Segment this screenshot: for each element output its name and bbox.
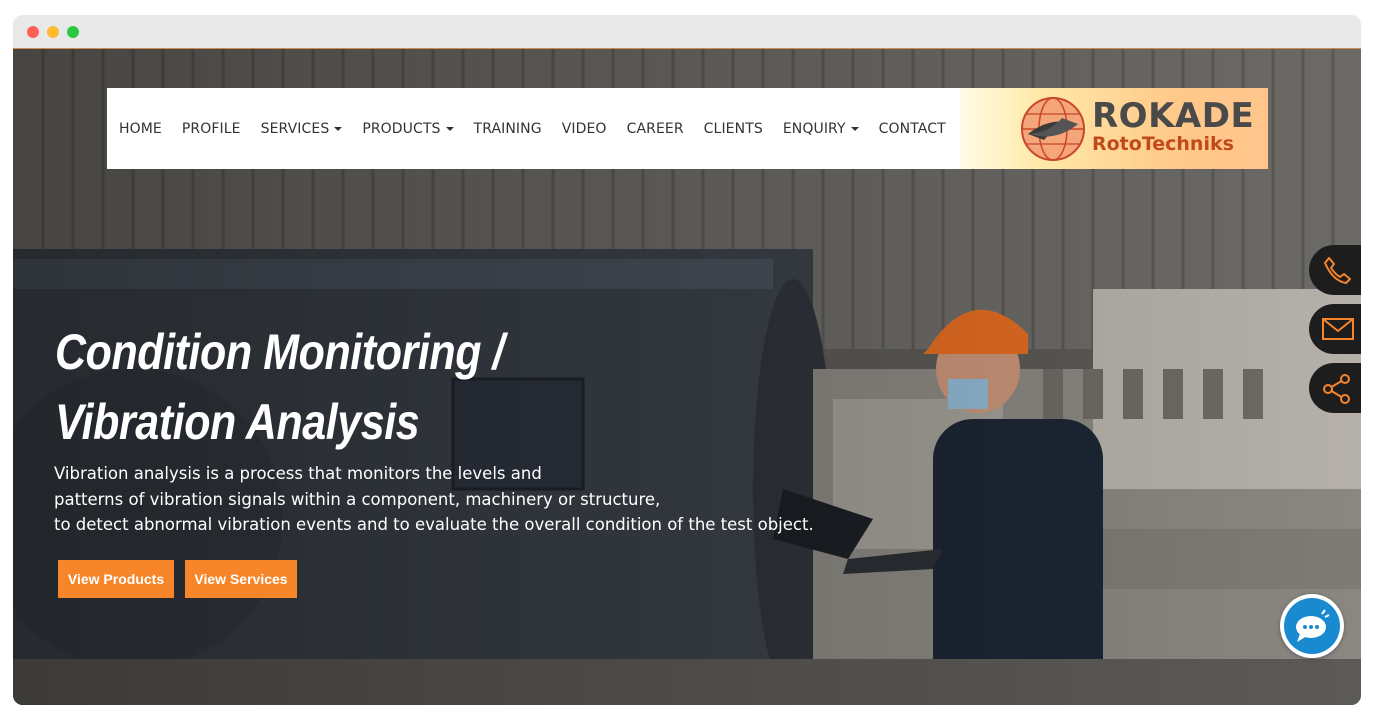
window-titlebar	[13, 15, 1361, 49]
view-services-button[interactable]: View Services	[185, 560, 297, 598]
nav-item-video[interactable]: VIDEO	[562, 121, 607, 137]
nav-menu: HOME PROFILE SERVICES PRODUCTS TRAINING …	[119, 88, 966, 169]
call-button[interactable]	[1309, 245, 1361, 295]
logo-subtitle: RotoTechniks	[1092, 133, 1234, 155]
caret-down-icon	[334, 126, 343, 131]
nav-item-enquiry[interactable]: ENQUIRY	[783, 121, 859, 137]
minimize-window-button[interactable]	[47, 26, 59, 38]
nav-item-contact[interactable]: CONTACT	[879, 121, 946, 137]
nav-item-clients[interactable]: CLIENTS	[704, 121, 763, 137]
nav-item-profile[interactable]: PROFILE	[182, 121, 241, 137]
close-window-button[interactable]	[27, 26, 39, 38]
browser-window: HOME PROFILE SERVICES PRODUCTS TRAINING …	[13, 15, 1361, 705]
nav-item-services[interactable]: SERVICES	[261, 121, 343, 137]
nav-item-career[interactable]: CAREER	[627, 121, 684, 137]
chat-icon	[1296, 609, 1330, 642]
hero-banner: HOME PROFILE SERVICES PRODUCTS TRAINING …	[13, 49, 1361, 705]
mail-icon	[1322, 318, 1354, 340]
email-button[interactable]	[1309, 304, 1361, 354]
maximize-window-button[interactable]	[67, 26, 79, 38]
view-products-button[interactable]: View Products	[58, 560, 174, 598]
main-navbar: HOME PROFILE SERVICES PRODUCTS TRAINING …	[107, 88, 1268, 169]
nav-item-home[interactable]: HOME	[119, 121, 162, 137]
hero-description: Vibration analysis is a process that mon…	[54, 464, 814, 534]
share-icon	[1323, 374, 1350, 404]
nav-item-products[interactable]: PRODUCTS	[362, 121, 454, 137]
share-button[interactable]	[1309, 363, 1361, 413]
caret-down-icon	[445, 126, 454, 131]
brand-logo[interactable]: ROKADE RotoTechniks	[960, 88, 1268, 169]
globe-logo-icon	[1021, 97, 1085, 161]
nav-item-training[interactable]: TRAINING	[474, 121, 542, 137]
caret-down-icon	[850, 126, 859, 131]
chat-widget-button[interactable]	[1280, 594, 1344, 658]
hero-title: Condition Monitoring / Vibration Analysi…	[55, 324, 505, 450]
logo-name: ROKADE	[1092, 96, 1255, 136]
phone-icon	[1324, 257, 1351, 284]
